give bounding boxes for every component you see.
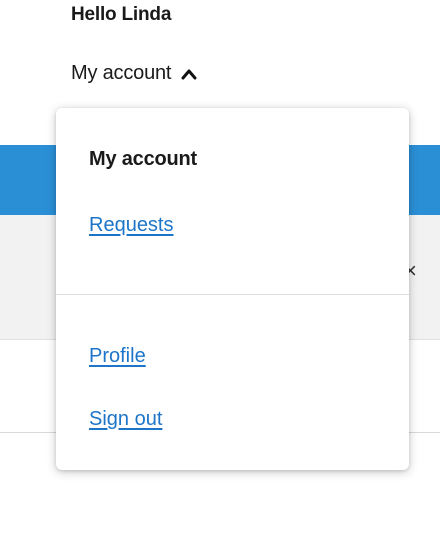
greeting-text: Hello Linda	[71, 4, 172, 25]
dropdown-heading: My account	[89, 148, 198, 170]
account-dropdown-menu: My account Requests Profile Sign out	[56, 108, 409, 470]
chevron-up-icon	[181, 69, 197, 79]
sign-out-link[interactable]: Sign out	[89, 408, 162, 431]
requests-link[interactable]: Requests	[89, 214, 174, 237]
my-account-label: My account	[71, 62, 172, 84]
dropdown-divider	[56, 294, 409, 295]
profile-link[interactable]: Profile	[89, 345, 146, 368]
my-account-toggle[interactable]: My account	[71, 62, 197, 85]
